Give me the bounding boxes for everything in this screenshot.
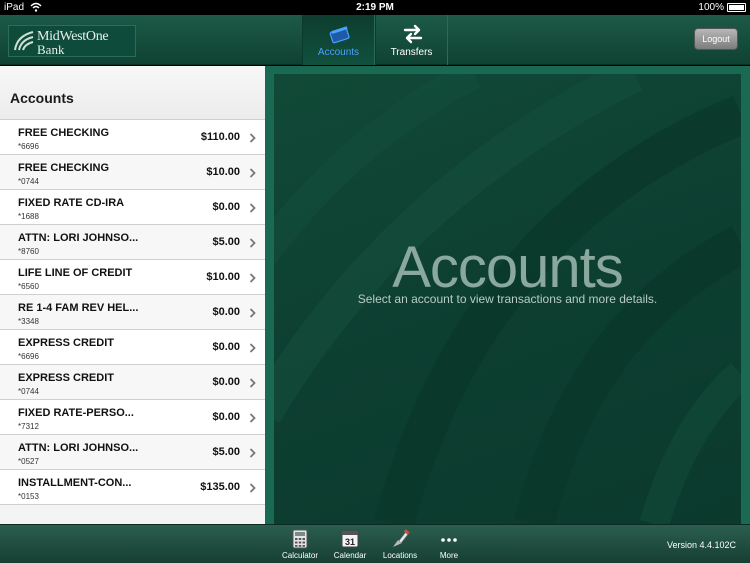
- calculator-icon: [292, 529, 308, 549]
- chevron-right-icon: [249, 448, 256, 458]
- account-row[interactable]: INSTALLMENT-CON... *0153 $135.00: [0, 470, 265, 505]
- account-balance: $5.00: [212, 446, 240, 458]
- account-row[interactable]: ATTN: LORI JOHNSO... *8760 $5.00: [0, 225, 265, 260]
- tab-accounts[interactable]: Accounts: [302, 15, 375, 65]
- chevron-right-icon: [249, 273, 256, 283]
- account-name: LIFE LINE OF CREDIT: [18, 267, 133, 279]
- logout-button[interactable]: Logout: [694, 28, 738, 50]
- calendar-label: Calendar: [333, 551, 367, 560]
- account-balance: $0.00: [212, 306, 240, 318]
- logo-text-line2: Bank: [37, 42, 65, 57]
- tab-transfers-label: Transfers: [390, 47, 433, 58]
- account-name: ATTN: LORI JOHNSO...: [18, 232, 139, 244]
- app-header: MidWestOne Bank Accounts Transfers Logou…: [0, 15, 750, 65]
- account-name: FREE CHECKING: [18, 127, 110, 139]
- account-balance: $0.00: [212, 411, 240, 423]
- account-balance: $5.00: [212, 236, 240, 248]
- account-name: EXPRESS CREDIT: [18, 372, 114, 384]
- chevron-right-icon: [249, 483, 256, 493]
- logo-mark-icon: [14, 31, 34, 51]
- account-balance: $10.00: [206, 271, 240, 283]
- transfers-icon: [403, 24, 423, 44]
- account-number: *8760: [18, 247, 39, 256]
- main-title: Accounts: [392, 235, 624, 300]
- account-row[interactable]: EXPRESS CREDIT *0744 $0.00: [0, 365, 265, 400]
- chevron-right-icon: [249, 378, 256, 388]
- calendar-icon: 31: [341, 530, 359, 548]
- account-row[interactable]: EXPRESS CREDIT *6696 $0.00: [0, 330, 265, 365]
- chevron-right-icon: [249, 308, 256, 318]
- account-balance: $0.00: [212, 376, 240, 388]
- account-number: *6696: [18, 352, 39, 361]
- main-subtitle: Select an account to view transactions a…: [357, 292, 658, 306]
- account-number: *6696: [18, 142, 39, 151]
- account-row[interactable]: ATTN: LORI JOHNSO... *0527 $5.00: [0, 435, 265, 470]
- account-number: *3348: [18, 317, 39, 326]
- account-number: *6560: [18, 282, 39, 291]
- account-row[interactable]: FREE CHECKING *6696 $110.00: [0, 120, 265, 155]
- locations-button[interactable]: Locations: [374, 525, 426, 563]
- calculator-button[interactable]: Calculator: [274, 525, 326, 563]
- chevron-right-icon: [249, 133, 256, 143]
- status-time: 2:19 PM: [356, 2, 394, 13]
- accounts-icon: [329, 26, 350, 44]
- account-number: *0527: [18, 457, 39, 466]
- account-name: FIXED RATE-PERSO...: [18, 407, 134, 419]
- tab-accounts-label: Accounts: [317, 47, 360, 58]
- account-name: RE 1-4 FAM REV HEL...: [18, 302, 139, 314]
- chevron-right-icon: [249, 203, 256, 213]
- account-name: FREE CHECKING: [18, 162, 110, 174]
- main-panel: Accounts Select an account to view trans…: [265, 66, 750, 524]
- battery-percent: 100%: [698, 2, 724, 13]
- chevron-right-icon: [249, 413, 256, 423]
- account-name: ATTN: LORI JOHNSO...: [18, 442, 139, 454]
- account-number: *0153: [18, 492, 39, 501]
- account-row[interactable]: RE 1-4 FAM REV HEL... *3348 $0.00: [0, 295, 265, 330]
- account-number: *1688: [18, 212, 39, 221]
- account-row[interactable]: LIFE LINE OF CREDIT *6560 $10.00: [0, 260, 265, 295]
- battery-icon: [727, 3, 746, 12]
- chevron-right-icon: [249, 168, 256, 178]
- account-name: EXPRESS CREDIT: [18, 337, 114, 349]
- calendar-button[interactable]: 31 Calendar: [324, 525, 376, 563]
- account-balance: $110.00: [200, 131, 240, 143]
- main-content: Accounts Select an account to view trans…: [274, 74, 741, 524]
- account-row[interactable]: FIXED RATE-PERSO... *7312 $0.00: [0, 400, 265, 435]
- locations-icon: [393, 529, 410, 547]
- status-bar: iPad 2:19 PM 100%: [0, 0, 750, 15]
- chevron-right-icon: [249, 343, 256, 353]
- chevron-right-icon: [249, 238, 256, 248]
- sidebar-title: Accounts: [0, 66, 265, 120]
- calendar-day: 31: [345, 537, 355, 547]
- account-name: FIXED RATE CD-IRA: [18, 197, 125, 209]
- accounts-sidebar: Accounts FREE CHECKING *6696 $110.00 FREE C…: [0, 66, 265, 524]
- account-balance: $0.00: [212, 341, 240, 353]
- more-label: More: [439, 551, 459, 560]
- account-number: *0744: [18, 177, 39, 186]
- account-list: FREE CHECKING *6696 $110.00 FREE CHECKING *0…: [0, 120, 265, 505]
- more-button[interactable]: More: [423, 525, 475, 563]
- account-balance: $0.00: [212, 201, 240, 213]
- account-balance: $135.00: [200, 481, 240, 493]
- locations-label: Locations: [382, 551, 418, 560]
- account-number: *0744: [18, 387, 39, 396]
- account-balance: $10.00: [206, 166, 240, 178]
- bank-logo: MidWestOne Bank: [8, 25, 136, 57]
- app-version: Version 4.4.102C: [666, 540, 736, 550]
- tab-transfers[interactable]: Transfers: [375, 15, 448, 65]
- calculator-label: Calculator: [281, 551, 318, 560]
- bottom-toolbar: Calculator 31 Calendar Locations More Ve…: [0, 524, 750, 563]
- account-number: *7312: [18, 422, 39, 431]
- more-icon: [441, 538, 457, 542]
- account-name: INSTALLMENT-CON...: [18, 477, 132, 489]
- account-row[interactable]: FIXED RATE CD-IRA *1688 $0.00: [0, 190, 265, 225]
- account-row[interactable]: FREE CHECKING *0744 $10.00: [0, 155, 265, 190]
